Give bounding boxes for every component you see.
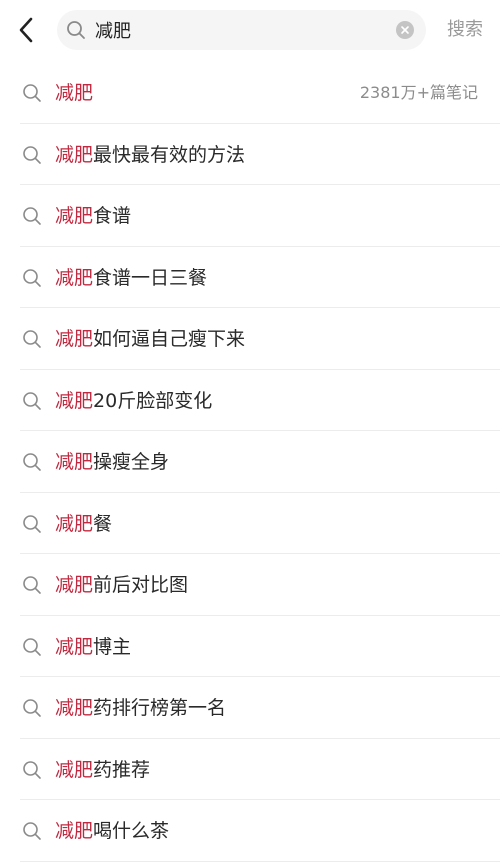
suggestion-item[interactable]: 减肥餐 <box>0 493 500 555</box>
suggestion-text: 减肥药排行榜第一名 <box>55 694 226 722</box>
suggestion-rest: 20斤脸部变化 <box>93 389 213 412</box>
search-icon <box>23 453 41 471</box>
suggestion-highlight: 减肥 <box>55 697 94 719</box>
search-icon <box>23 760 41 779</box>
suggestion-rest: 喝什么茶 <box>93 820 170 842</box>
suggestion-highlight: 减肥 <box>55 635 94 658</box>
suggestion-rest: 药排行榜第一名 <box>93 697 227 719</box>
suggestion-rest: 博主 <box>93 635 132 658</box>
search-icon <box>23 391 41 410</box>
suggestion-item[interactable]: 减肥操瘦全身 <box>0 431 500 493</box>
suggestion-item[interactable]: 减肥前后对比图 <box>0 554 500 616</box>
suggestion-rest: 前后对比图 <box>93 574 189 596</box>
search-icon <box>23 822 41 840</box>
suggestion-text: 减肥操瘦全身 <box>55 448 169 476</box>
suggestion-highlight: 减肥 <box>55 82 94 104</box>
search-icon <box>23 207 41 225</box>
search-icon <box>23 576 41 594</box>
suggestion-highlight: 减肥 <box>55 143 94 166</box>
back-button[interactable] <box>6 10 46 50</box>
search-header: 搜索 <box>0 0 500 62</box>
search-icon <box>23 699 41 717</box>
suggestion-rest: 药推荐 <box>93 758 151 781</box>
suggestion-rest: 操瘦全身 <box>93 451 170 473</box>
suggestion-highlight: 减肥 <box>55 820 94 842</box>
suggestion-item[interactable]: 减肥食谱 <box>0 185 500 247</box>
suggestion-text: 减肥餐 <box>55 510 112 538</box>
suggestion-text: 减肥20斤脸部变化 <box>55 387 212 415</box>
suggestion-highlight: 减肥 <box>55 328 94 350</box>
search-box[interactable] <box>57 10 426 50</box>
suggestion-item[interactable]: 减肥20斤脸部变化 <box>0 370 500 432</box>
suggestion-text: 减肥喝什么茶 <box>55 817 169 845</box>
suggestion-text: 减肥博主 <box>55 633 131 661</box>
search-icon <box>23 637 41 656</box>
suggestion-highlight: 减肥 <box>55 266 94 289</box>
search-icon <box>23 145 41 164</box>
suggestion-item[interactable]: 减肥 2381万+篇笔记 <box>0 62 500 124</box>
suggestion-item[interactable]: 减肥如何逼自己瘦下来 <box>0 308 500 370</box>
suggestion-highlight: 减肥 <box>55 389 94 412</box>
suggestion-text: 减肥药推荐 <box>55 756 150 784</box>
suggestion-item[interactable]: 减肥食谱一日三餐 <box>0 247 500 309</box>
note-count: 2381万+篇笔记 <box>359 83 478 102</box>
search-icon <box>23 514 41 533</box>
suggestion-rest: 如何逼自己瘦下来 <box>93 328 246 350</box>
suggestion-highlight: 减肥 <box>55 512 94 535</box>
search-icon <box>67 21 85 39</box>
clear-button[interactable] <box>396 21 414 39</box>
search-icon <box>23 330 41 348</box>
search-submit-button[interactable]: 搜索 <box>447 18 483 42</box>
suggestion-item[interactable]: 减肥博主 <box>0 616 500 678</box>
search-icon <box>23 268 41 287</box>
suggestion-list: 减肥 2381万+篇笔记 减肥最快最有效的方法 减肥食谱 减肥食谱一日三餐 减肥… <box>0 62 500 862</box>
suggestion-highlight: 减肥 <box>55 205 94 227</box>
suggestion-text: 减肥食谱 <box>55 202 131 230</box>
suggestion-item[interactable]: 减肥药推荐 <box>0 739 500 801</box>
suggestion-text: 减肥食谱一日三餐 <box>55 264 207 292</box>
suggestion-item[interactable]: 减肥最快最有效的方法 <box>0 124 500 186</box>
clear-icon <box>401 26 409 34</box>
suggestion-highlight: 减肥 <box>55 758 94 781</box>
suggestion-highlight: 减肥 <box>55 574 94 596</box>
search-icon <box>23 84 41 102</box>
suggestion-rest: 食谱 <box>93 205 132 227</box>
suggestion-text: 减肥如何逼自己瘦下来 <box>55 325 245 353</box>
suggestion-item[interactable]: 减肥喝什么茶 <box>0 800 500 862</box>
suggestion-rest: 餐 <box>93 512 113 535</box>
suggestion-rest: 最快最有效的方法 <box>93 143 246 166</box>
suggestion-rest: 食谱一日三餐 <box>93 266 208 289</box>
suggestion-text: 减肥 <box>55 79 93 107</box>
suggestion-highlight: 减肥 <box>55 451 94 473</box>
search-input[interactable] <box>95 10 385 50</box>
suggestion-item[interactable]: 减肥药排行榜第一名 <box>0 677 500 739</box>
suggestion-text: 减肥最快最有效的方法 <box>55 141 245 169</box>
suggestion-text: 减肥前后对比图 <box>55 571 188 599</box>
chevron-left-icon <box>19 17 33 43</box>
